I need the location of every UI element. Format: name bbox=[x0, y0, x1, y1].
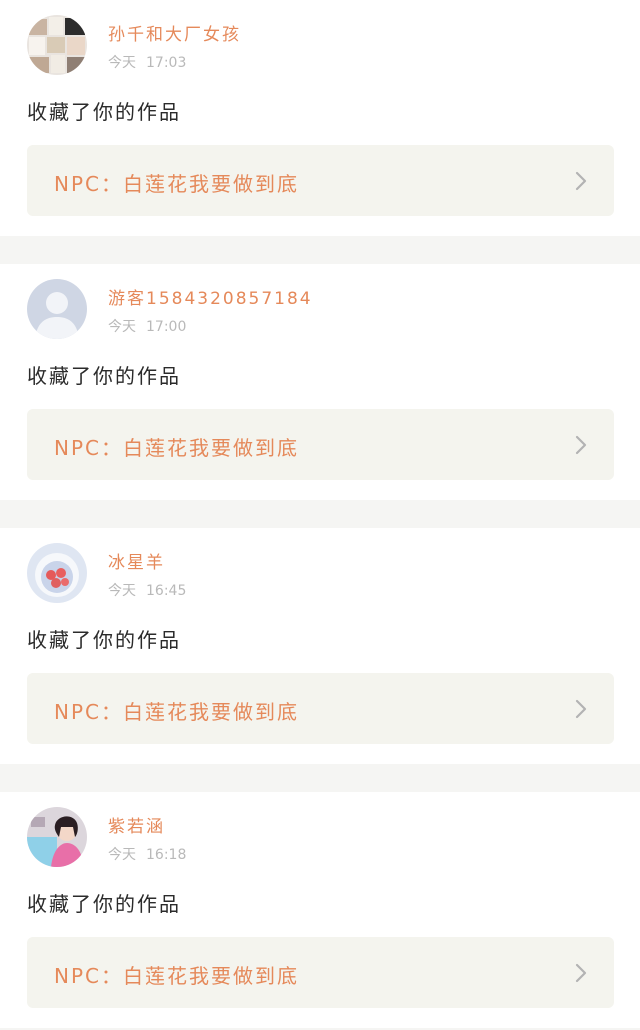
timestamp-time: 16:45 bbox=[146, 583, 187, 599]
timestamp: 今天 17:03 bbox=[108, 52, 186, 72]
portrait-avatar-icon[interactable] bbox=[27, 807, 87, 867]
bowl-avatar-icon[interactable] bbox=[27, 543, 87, 603]
notification-item: 孙千和大厂女孩 今天 17:03 收藏了你的作品 NPC：白莲花我要做到底 bbox=[0, 0, 640, 236]
timestamp: 今天 16:45 bbox=[108, 580, 186, 600]
work-card[interactable]: NPC：白莲花我要做到底 bbox=[27, 145, 614, 216]
action-text: 收藏了你的作品 bbox=[27, 892, 181, 916]
timestamp-day: 今天 bbox=[108, 847, 136, 863]
work-title: NPC：白莲花我要做到底 bbox=[54, 172, 299, 196]
work-card[interactable]: NPC：白莲花我要做到底 bbox=[27, 409, 614, 480]
username[interactable]: 紫若涵 bbox=[108, 812, 165, 837]
timestamp-time: 17:00 bbox=[146, 319, 187, 335]
timestamp-day: 今天 bbox=[108, 55, 136, 71]
timestamp: 今天 17:00 bbox=[108, 316, 186, 336]
work-title: NPC：白莲花我要做到底 bbox=[54, 964, 299, 988]
timestamp-day: 今天 bbox=[108, 583, 136, 599]
notification-feed: 孙千和大厂女孩 今天 17:03 收藏了你的作品 NPC：白莲花我要做到底 游客1… bbox=[0, 0, 640, 1030]
work-card[interactable]: NPC：白莲花我要做到底 bbox=[27, 673, 614, 744]
timestamp-day: 今天 bbox=[108, 319, 136, 335]
username[interactable]: 孙千和大厂女孩 bbox=[108, 20, 241, 45]
chevron-right-icon bbox=[575, 963, 587, 983]
action-text: 收藏了你的作品 bbox=[27, 364, 181, 388]
work-card[interactable]: NPC：白莲花我要做到底 bbox=[27, 937, 614, 1008]
notification-item: 冰星羊 今天 16:45 收藏了你的作品 NPC：白莲花我要做到底 bbox=[0, 528, 640, 764]
notification-item: 紫若涵 今天 16:18 收藏了你的作品 NPC：白莲花我要做到底 bbox=[0, 792, 640, 1028]
notification-item: 游客1584320857184 今天 17:00 收藏了你的作品 NPC：白莲花我… bbox=[0, 264, 640, 500]
action-text: 收藏了你的作品 bbox=[27, 100, 181, 124]
default-user-avatar-icon[interactable] bbox=[27, 279, 87, 339]
work-title: NPC：白莲花我要做到底 bbox=[54, 700, 299, 724]
chevron-right-icon bbox=[575, 435, 587, 455]
collage-avatar-icon[interactable] bbox=[27, 15, 87, 75]
username[interactable]: 游客1584320857184 bbox=[108, 284, 313, 309]
timestamp-time: 16:18 bbox=[146, 847, 187, 863]
work-title: NPC：白莲花我要做到底 bbox=[54, 436, 299, 460]
chevron-right-icon bbox=[575, 699, 587, 719]
username[interactable]: 冰星羊 bbox=[108, 548, 165, 573]
chevron-right-icon bbox=[575, 171, 587, 191]
action-text: 收藏了你的作品 bbox=[27, 628, 181, 652]
timestamp: 今天 16:18 bbox=[108, 844, 186, 864]
timestamp-time: 17:03 bbox=[146, 55, 187, 71]
